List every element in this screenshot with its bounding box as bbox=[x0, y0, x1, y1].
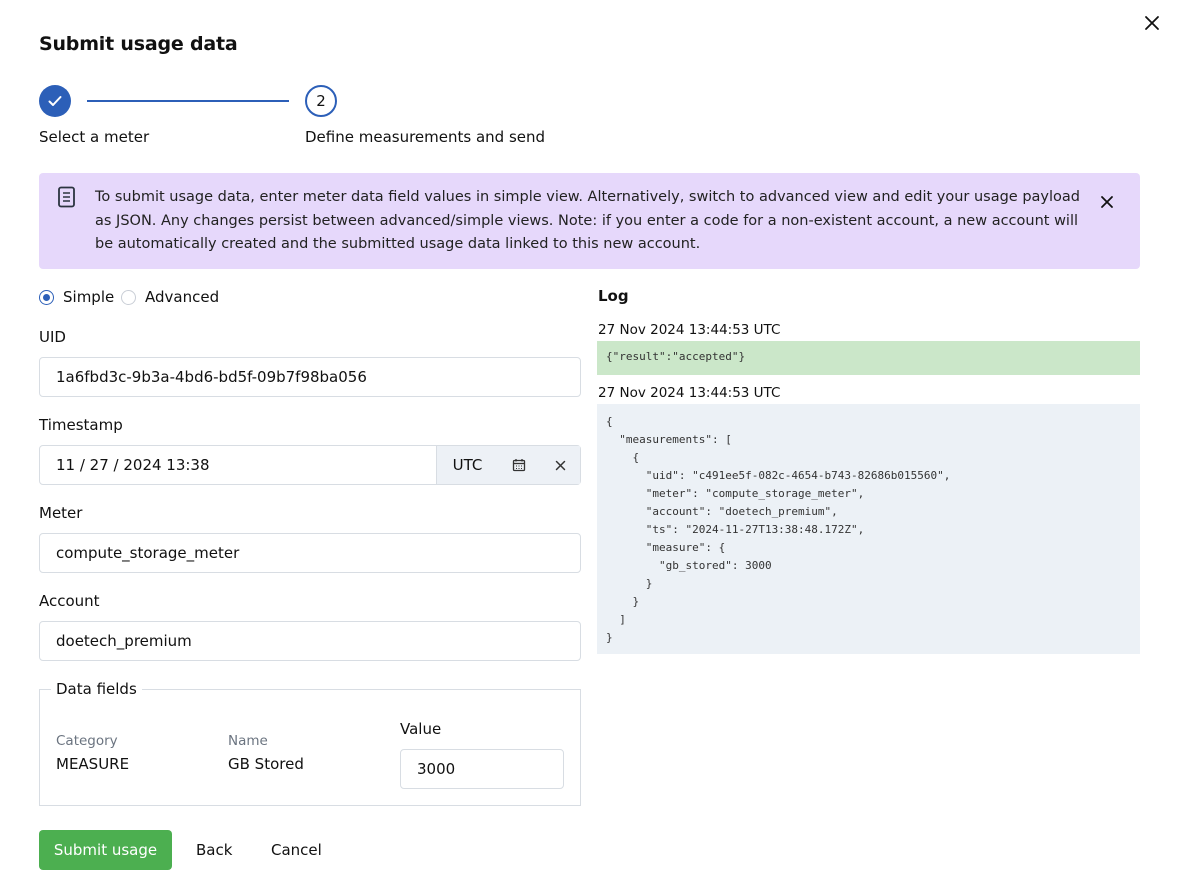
account-label: Account bbox=[39, 592, 100, 610]
log-entry-request: { "measurements": [ { "uid": "c491ee5f-0… bbox=[597, 404, 1140, 654]
uid-label: UID bbox=[39, 328, 66, 346]
close-icon bbox=[1101, 196, 1113, 208]
document-icon bbox=[57, 186, 77, 208]
step-2-current: 2 bbox=[305, 85, 337, 117]
log-title: Log bbox=[598, 287, 629, 305]
close-icon bbox=[1145, 16, 1159, 30]
timestamp-field: 11 / 27 / 2024 13:38 UTC bbox=[39, 445, 581, 485]
meter-input[interactable]: compute_storage_meter bbox=[39, 533, 581, 573]
calendar-icon bbox=[512, 459, 526, 472]
log-entry-timestamp: 27 Nov 2024 13:44:53 UTC bbox=[598, 322, 781, 338]
name-value: GB Stored bbox=[228, 755, 304, 773]
log-entry-response: {"result":"accepted"} bbox=[597, 341, 1140, 375]
banner-text: To submit usage data, enter meter data f… bbox=[95, 189, 1081, 252]
account-input[interactable]: doetech_premium bbox=[39, 621, 581, 661]
log-entry-payload: { "measurements": [ { "uid": "c491ee5f-0… bbox=[606, 415, 951, 644]
value-header: Value bbox=[400, 720, 442, 738]
calendar-button[interactable] bbox=[498, 446, 540, 484]
close-dialog-button[interactable] bbox=[1140, 11, 1164, 35]
clear-timestamp-button[interactable] bbox=[540, 446, 580, 484]
value-input[interactable]: 3000 bbox=[400, 749, 564, 789]
cancel-button[interactable]: Cancel bbox=[271, 841, 322, 859]
info-banner: To submit usage data, enter meter data f… bbox=[39, 173, 1140, 269]
timezone-addon: UTC bbox=[436, 446, 498, 484]
radio-simple-label[interactable]: Simple bbox=[63, 288, 114, 306]
step-1-label: Select a meter bbox=[39, 128, 150, 146]
back-button[interactable]: Back bbox=[196, 841, 232, 859]
timestamp-label: Timestamp bbox=[39, 416, 123, 434]
category-header: Category bbox=[56, 733, 118, 749]
radio-advanced-label[interactable]: Advanced bbox=[145, 288, 219, 306]
uid-input[interactable]: 1a6fbd3c-9b3a-4bd6-bd5f-09b7f98ba056 bbox=[39, 357, 581, 397]
dialog-title: Submit usage data bbox=[39, 33, 238, 55]
log-entry-timestamp: 27 Nov 2024 13:44:53 UTC bbox=[598, 385, 781, 401]
step-2-label: Define measurements and send bbox=[305, 128, 546, 146]
category-value: MEASURE bbox=[56, 755, 130, 773]
name-header: Name bbox=[228, 733, 268, 749]
submit-usage-button[interactable]: Submit usage bbox=[39, 830, 172, 870]
step-1-complete bbox=[39, 85, 71, 117]
dismiss-banner-button[interactable] bbox=[1095, 190, 1119, 214]
close-icon bbox=[555, 460, 565, 470]
stepper-connector bbox=[87, 100, 289, 102]
radio-simple[interactable] bbox=[39, 290, 54, 305]
timestamp-input[interactable]: 11 / 27 / 2024 13:38 bbox=[40, 446, 436, 484]
data-fields-legend: Data fields bbox=[51, 680, 142, 698]
check-icon bbox=[48, 96, 62, 106]
meter-label: Meter bbox=[39, 504, 83, 522]
radio-advanced[interactable] bbox=[121, 290, 136, 305]
